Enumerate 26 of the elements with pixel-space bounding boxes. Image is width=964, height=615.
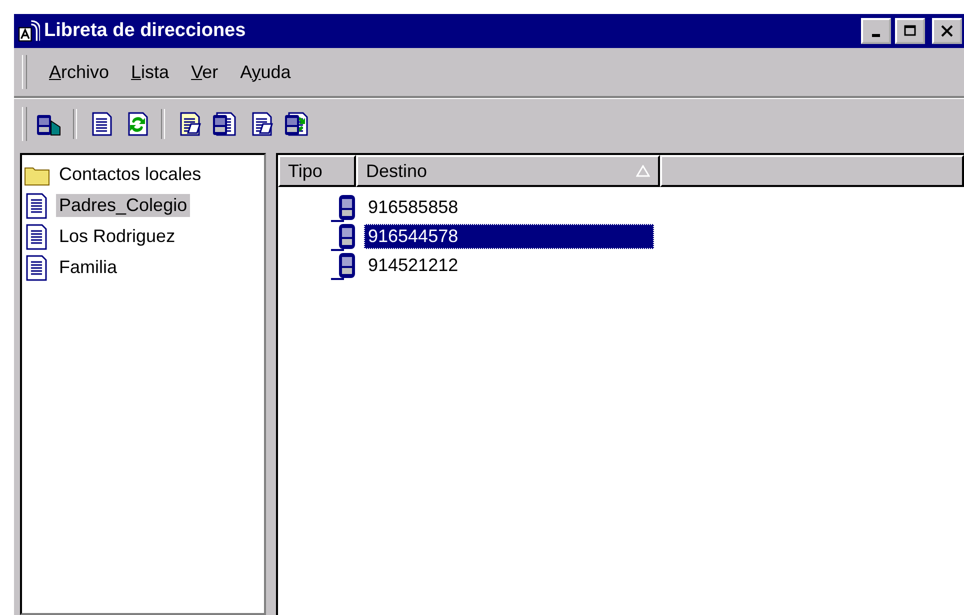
maximize-button[interactable] [895, 18, 925, 44]
list-item[interactable]: 916585858 [364, 195, 654, 220]
column-header[interactable]: Destino [356, 155, 660, 187]
list-item[interactable]: 916544578 [364, 224, 654, 249]
refresh-document-icon[interactable] [283, 110, 311, 138]
minimize-icon [872, 34, 880, 37]
list-icon [24, 224, 50, 250]
menu-item[interactable]: Archivo [49, 62, 110, 82]
tree-item[interactable]: Contactos locales [56, 163, 204, 186]
tree-item[interactable]: Padres_Colegio [56, 194, 190, 217]
list-icon [24, 254, 50, 280]
close-icon [940, 25, 954, 37]
menu-item[interactable]: Lista [131, 62, 170, 82]
close-button[interactable] [932, 18, 962, 44]
window-title: Libreta de direcciones [44, 20, 246, 42]
menu-item[interactable]: Ayuda [240, 62, 291, 82]
phone-document-icon[interactable] [211, 110, 239, 138]
tree-item[interactable]: Familia [56, 256, 120, 279]
address-book-icon [18, 20, 40, 42]
list-item[interactable]: 914521212 [364, 253, 654, 278]
maximize-icon [904, 25, 916, 37]
menu-item[interactable]: Ver [191, 62, 218, 82]
minimize-button[interactable] [861, 18, 891, 44]
column-header[interactable]: Tipo [278, 155, 356, 187]
tree-item[interactable]: Los Rodriguez [56, 225, 178, 248]
list-icon [24, 192, 50, 218]
